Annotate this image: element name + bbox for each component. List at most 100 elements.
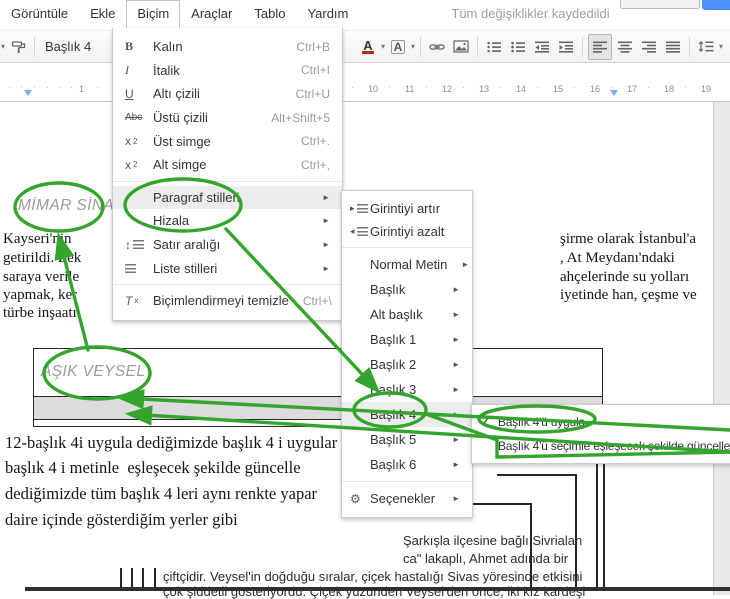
menu-item-sat-r-aral-g[interactable]: ↕ Satır aralığı ► (113, 233, 342, 257)
menu-item-label: Biçimlendirmeyi temizle (153, 293, 289, 309)
menu-item-basl-k-4-u-uygula[interactable]: ✓ Başlık 4'ü uygula (472, 410, 730, 434)
doc-heading-mimar-sinan[interactable]: MİMAR SİNAN (18, 197, 126, 215)
menubar-item-table[interactable]: Tablo (243, 0, 296, 28)
bold-icon: B (125, 39, 134, 54)
menu-item-basl-k-1[interactable]: Başlık 1 ► (342, 327, 472, 352)
doc-paragraph-line[interactable]: Kayseri'nin (3, 231, 72, 248)
text-color-button[interactable]: A (357, 35, 379, 59)
menu-item-alt-simge[interactable]: x 2 Alt simge Ctrl+, (113, 153, 342, 177)
doc-paragraph-line[interactable]: ahçelerinde su yolları (560, 269, 689, 286)
menu-item-basl-k-4[interactable]: Başlık 4 ► (342, 402, 472, 427)
doc-paragraph-line[interactable]: , At Meydanı'ndaki (560, 250, 675, 267)
doc-heading-asik-veysel[interactable]: AŞIK VEYSEL (41, 363, 145, 381)
menu-item-basl-k-4-u-secimle-eslesecek-sekilde-guncelle[interactable]: Başlık 4'ü seçimle eşleşecek şekilde gün… (472, 434, 730, 458)
heading4-submenu: ✓ Başlık 4'ü uygula Başlık 4'ü seçimle eşl… (471, 404, 730, 464)
submenu-arrow-icon: ► (322, 216, 330, 226)
insert-image-button[interactable] (450, 35, 472, 59)
decrease-indent-button[interactable] (531, 35, 553, 59)
ruler-tick: · (536, 82, 539, 92)
align-justify-button[interactable] (662, 35, 684, 59)
shortcut-label: Ctrl+I (300, 63, 330, 78)
menu-item-basl-k-6[interactable]: Başlık 6 ► (342, 452, 472, 477)
ruler-tick: · (20, 82, 23, 92)
italic-icon: I (125, 62, 129, 77)
doc-paragraph-line[interactable]: saraya verile (3, 269, 79, 286)
menu-item-paragraf-stilleri[interactable]: Paragraf stilleri ► (113, 185, 342, 210)
share-button[interactable] (702, 0, 730, 10)
toolbar: ▾ Başlık 4 A ▾ A ▾ ▾ (0, 30, 730, 63)
align-left-icon (592, 41, 607, 53)
menubar-item-format[interactable]: Biçim (126, 0, 181, 28)
highlight-color-button[interactable]: A (387, 35, 409, 59)
menu-item-girintiyi-azalt[interactable]: ◂ Girintiyi azalt (342, 220, 472, 243)
ruler-tick: · (58, 82, 61, 92)
ruler-number: 1 (79, 84, 85, 94)
menu-item-hizala[interactable]: Hizala ► (113, 209, 342, 233)
ruler-tick: · (8, 82, 11, 92)
comments-button[interactable] (620, 0, 700, 9)
menu-item-ust-simge[interactable]: x 2 Üst simge Ctrl+. (113, 129, 342, 153)
doc-paragraph-line[interactable]: türbe inşaatı (3, 305, 77, 322)
menu-item-girintiyi-art-r[interactable]: ▸ Girintiyi artır (342, 197, 472, 220)
increase-indent-button[interactable] (555, 35, 577, 59)
menu-item-label: Başlık 4'ü seçimle eşleşecek şekilde gün… (498, 439, 730, 453)
doc-paragraph-line[interactable]: yapmak, ker (3, 287, 77, 304)
ruler-number: 13 (479, 84, 490, 94)
menubar-item-view[interactable]: Görüntüle (0, 0, 79, 28)
chevron-down-icon[interactable]: ▾ (381, 42, 385, 51)
ruler-tick: · (388, 82, 391, 92)
menu-item-basl-k[interactable]: Başlık ► (342, 277, 472, 302)
menu-item-alt-cizili[interactable]: U Altı çizili Ctrl+U (113, 82, 342, 106)
ruler-tick: · (647, 82, 650, 92)
shortcut-label: Ctrl+U (295, 86, 330, 101)
numbered-list-button[interactable] (483, 35, 505, 59)
doc-paragraph-line[interactable]: daire içinde gösterdiğim yerler gibi (5, 510, 238, 530)
table-border-line (120, 568, 122, 588)
doc-paragraph-line[interactable]: 12-başlık 4i uygula dediğimizde başlık 4… (5, 433, 337, 453)
insert-link-button[interactable] (426, 35, 448, 59)
doc-paragraph-line[interactable]: şirme olarak İstanbul'a (560, 231, 696, 248)
menu-item-alt-basl-k[interactable]: Alt başlık ► (342, 302, 472, 327)
menu-item-liste-stilleri[interactable]: Liste stilleri ► (113, 256, 342, 280)
doc-paragraph-line[interactable]: Şarkışla ilçesine bağlı Sivrialan (403, 533, 582, 548)
align-left-button[interactable] (588, 33, 613, 60)
ruler-tick: · (46, 82, 49, 92)
clear-formatting-icon: Tx (125, 293, 139, 308)
menu-item-bicimlendirmeyi-temizle[interactable]: Tx Biçimlendirmeyi temizle Ctrl+\ (113, 289, 342, 313)
chevron-down-icon[interactable]: ▾ (719, 42, 723, 51)
menubar-item-tools[interactable]: Araçlar (180, 0, 243, 28)
toolbar-separator (420, 36, 422, 57)
menu-item-basl-k-3[interactable]: Başlık 3 ► (342, 377, 472, 402)
menu-item-kal-n[interactable]: B Kalın Ctrl+B (113, 35, 342, 59)
doc-paragraph-line[interactable]: getirildi. Zek (3, 250, 81, 267)
right-indent-marker[interactable] (610, 90, 618, 96)
menu-item-secenekler[interactable]: ⚙ Seçenekler ► (342, 486, 472, 511)
bulleted-list-button[interactable] (507, 35, 529, 59)
chevron-down-icon[interactable]: ▾ (411, 42, 415, 51)
submenu-arrow-icon: ► (461, 260, 470, 269)
menu-item-basl-k-5[interactable]: Başlık 5 ► (342, 427, 472, 452)
doc-paragraph-line[interactable]: başlık 4 i metinle eşleşecek şekilde gün… (5, 458, 301, 478)
chevron-down-icon[interactable]: ▾ (1, 42, 5, 51)
menubar-item-insert[interactable]: Ekle (79, 0, 126, 28)
ruler-tick: · (684, 82, 687, 92)
doc-paragraph-line[interactable]: çiftçidir. Veysel'in doğduğu sıralar, çi… (163, 569, 582, 584)
paint-format-button[interactable] (7, 35, 29, 59)
align-right-button[interactable] (638, 35, 660, 59)
align-center-button[interactable] (614, 35, 636, 59)
menu-item-italik[interactable]: I İtalik Ctrl+I (113, 59, 342, 83)
menu-item-ustu-cizili[interactable]: Abc Üstü çizili Alt+Shift+5 (113, 106, 342, 130)
style-selector[interactable]: Başlık 4 (39, 39, 97, 54)
menu-item-label: Başlık 4 (370, 407, 417, 422)
table-border-line (596, 458, 598, 588)
left-indent-marker[interactable] (24, 90, 32, 96)
menu-item-normal-metin[interactable]: Normal Metin ► (342, 252, 472, 277)
ruler-number: 11 (405, 84, 415, 94)
doc-paragraph-line[interactable]: dediğimizde tüm başlık 4 leri aynı renkt… (5, 484, 317, 504)
doc-paragraph-line[interactable]: iyetinde han, çeşme ve (560, 287, 697, 304)
table-border-line (154, 568, 156, 588)
menubar-item-help[interactable]: Yardım (296, 0, 359, 28)
menu-item-basl-k-2[interactable]: Başlık 2 ► (342, 352, 472, 377)
line-spacing-button[interactable] (695, 35, 717, 59)
doc-paragraph-line[interactable]: ca" lakaplı, Ahmet adında bir (403, 551, 568, 566)
